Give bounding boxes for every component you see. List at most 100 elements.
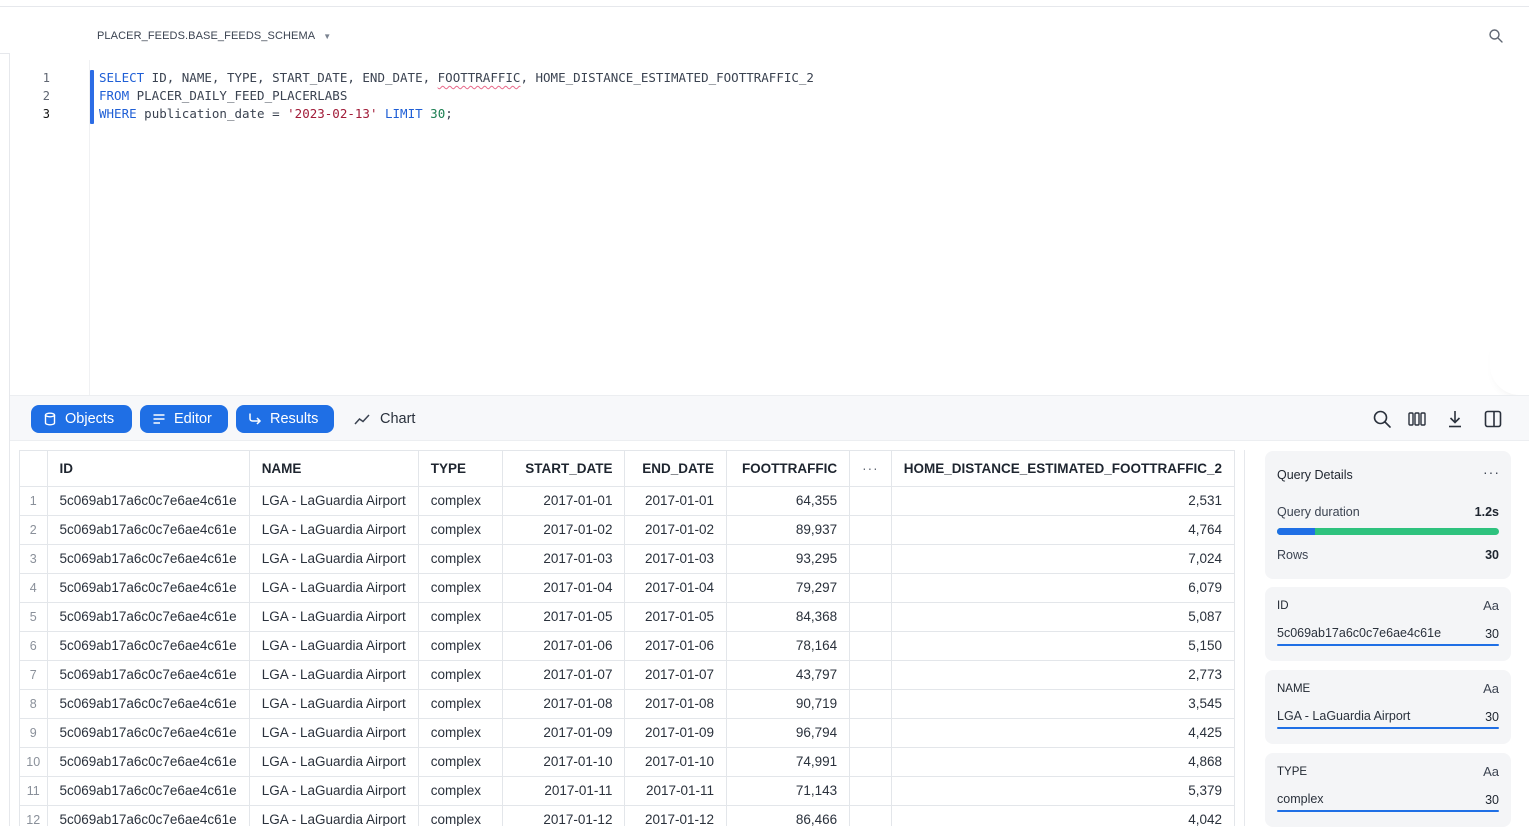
- table-cell[interactable]: LGA - LaGuardia Airport: [249, 747, 419, 777]
- table-cell[interactable]: LGA - LaGuardia Airport: [249, 631, 419, 661]
- more-options-icon[interactable]: ···: [1483, 464, 1500, 480]
- table-cell[interactable]: 2,531: [891, 486, 1235, 516]
- table-cell[interactable]: 5c069ab17a6c0c7e6ae4c61e: [47, 747, 250, 777]
- table-row[interactable]: 1 5c069ab17a6c0c7e6ae4c61e LGA - LaGuardia…: [20, 486, 1235, 516]
- table-row[interactable]: 11 5c069ab17a6c0c7e6ae4c61e LGA - LaGuardi…: [20, 776, 1235, 806]
- table-cell[interactable]: 2017-01-10: [624, 747, 728, 777]
- table-cell[interactable]: complex: [418, 747, 503, 777]
- code-line[interactable]: WHERE publication_date = '2023-02-13' LI…: [99, 105, 453, 123]
- table-row[interactable]: 12 5c069ab17a6c0c7e6ae4c61e LGA - LaGuardi…: [20, 805, 1235, 826]
- table-cell[interactable]: LGA - LaGuardia Airport: [249, 544, 419, 574]
- results-table[interactable]: ID NAME TYPE START_DATE END_DATE FOOTTRA…: [19, 450, 1235, 826]
- table-cell[interactable]: LGA - LaGuardia Airport: [249, 486, 419, 516]
- table-cell[interactable]: 2017-01-09: [624, 718, 728, 748]
- table-row[interactable]: 2 5c069ab17a6c0c7e6ae4c61e LGA - LaGuardia…: [20, 515, 1235, 545]
- columns-icon[interactable]: [1407, 409, 1427, 429]
- table-cell[interactable]: complex: [418, 660, 503, 690]
- table-cell[interactable]: 2017-01-12: [624, 805, 728, 826]
- table-cell[interactable]: 93,295: [726, 544, 851, 574]
- table-cell[interactable]: 5,379: [891, 776, 1235, 806]
- table-cell[interactable]: 5c069ab17a6c0c7e6ae4c61e: [47, 544, 250, 574]
- table-cell[interactable]: 2017-01-08: [624, 689, 728, 719]
- table-cell[interactable]: 5c069ab17a6c0c7e6ae4c61e: [47, 573, 250, 603]
- table-cell[interactable]: LGA - LaGuardia Airport: [249, 573, 419, 603]
- table-row[interactable]: 8 5c069ab17a6c0c7e6ae4c61e LGA - LaGuardia…: [20, 689, 1235, 719]
- table-cell[interactable]: 5c069ab17a6c0c7e6ae4c61e: [47, 660, 250, 690]
- table-cell[interactable]: 90,719: [726, 689, 851, 719]
- table-cell[interactable]: complex: [418, 718, 503, 748]
- table-cell[interactable]: complex: [418, 805, 503, 826]
- table-cell[interactable]: 2017-01-11: [624, 776, 728, 806]
- table-cell[interactable]: LGA - LaGuardia Airport: [249, 718, 419, 748]
- table-cell[interactable]: LGA - LaGuardia Airport: [249, 805, 419, 826]
- sql-editor[interactable]: 1 SELECT ID, NAME, TYPE, START_DATE, END_…: [10, 60, 1529, 395]
- table-cell[interactable]: complex: [418, 631, 503, 661]
- table-cell[interactable]: 2017-01-05: [502, 602, 626, 632]
- table-cell[interactable]: 5c069ab17a6c0c7e6ae4c61e: [47, 515, 250, 545]
- column-header[interactable]: TYPE: [418, 451, 503, 487]
- table-cell[interactable]: 4,868: [891, 747, 1235, 777]
- table-cell[interactable]: 4,764: [891, 515, 1235, 545]
- table-cell[interactable]: 2017-01-05: [624, 602, 728, 632]
- table-cell[interactable]: 43,797: [726, 660, 851, 690]
- table-cell[interactable]: 2017-01-07: [624, 660, 728, 690]
- table-row[interactable]: 3 5c069ab17a6c0c7e6ae4c61e LGA - LaGuardia…: [20, 544, 1235, 574]
- table-cell[interactable]: 2017-01-10: [502, 747, 626, 777]
- table-cell[interactable]: 2017-01-08: [502, 689, 626, 719]
- table-cell[interactable]: LGA - LaGuardia Airport: [249, 515, 419, 545]
- table-cell[interactable]: 2017-01-02: [624, 515, 728, 545]
- table-cell[interactable]: 74,991: [726, 747, 851, 777]
- column-overflow-menu[interactable]: ···: [849, 451, 892, 487]
- table-row[interactable]: 10 5c069ab17a6c0c7e6ae4c61e LGA - LaGuardi…: [20, 747, 1235, 777]
- column-card-type[interactable]: TYPE Aa complex 30: [1265, 753, 1511, 827]
- table-cell[interactable]: 5c069ab17a6c0c7e6ae4c61e: [47, 689, 250, 719]
- table-cell[interactable]: 84,368: [726, 602, 851, 632]
- schema-selector[interactable]: PLACER_FEEDS.BASE_FEEDS_SCHEMA ▼: [97, 30, 331, 42]
- table-cell[interactable]: 6,079: [891, 573, 1235, 603]
- column-header[interactable]: FOOTTRAFFIC: [726, 451, 851, 487]
- table-cell[interactable]: 4,425: [891, 718, 1235, 748]
- table-cell[interactable]: 3,545: [891, 689, 1235, 719]
- table-cell[interactable]: 5c069ab17a6c0c7e6ae4c61e: [47, 486, 250, 516]
- table-cell[interactable]: complex: [418, 515, 503, 545]
- column-card-name-col[interactable]: NAME Aa LGA - LaGuardia Airport 30: [1265, 670, 1511, 744]
- column-header[interactable]: NAME: [249, 451, 419, 487]
- download-icon[interactable]: [1445, 409, 1465, 429]
- column-header[interactable]: ID: [47, 451, 250, 487]
- table-cell[interactable]: complex: [418, 573, 503, 603]
- table-row[interactable]: 5 5c069ab17a6c0c7e6ae4c61e LGA - LaGuardia…: [20, 602, 1235, 632]
- table-cell[interactable]: 2017-01-01: [502, 486, 626, 516]
- search-icon[interactable]: [1488, 28, 1504, 44]
- column-header[interactable]: HOME_DISTANCE_ESTIMATED_FOOTTRAFFIC_2: [891, 451, 1235, 487]
- table-cell[interactable]: 86,466: [726, 805, 851, 826]
- code-line[interactable]: SELECT ID, NAME, TYPE, START_DATE, END_D…: [99, 69, 814, 87]
- table-cell[interactable]: 2017-01-06: [624, 631, 728, 661]
- table-cell[interactable]: 2017-01-01: [624, 486, 728, 516]
- table-cell[interactable]: 5c069ab17a6c0c7e6ae4c61e: [47, 776, 250, 806]
- column-header[interactable]: END_DATE: [624, 451, 728, 487]
- table-cell[interactable]: 96,794: [726, 718, 851, 748]
- table-cell[interactable]: complex: [418, 602, 503, 632]
- table-cell[interactable]: 5,150: [891, 631, 1235, 661]
- split-panel-icon[interactable]: [1483, 409, 1503, 429]
- table-cell[interactable]: complex: [418, 486, 503, 516]
- table-cell[interactable]: 71,143: [726, 776, 851, 806]
- column-header[interactable]: START_DATE: [502, 451, 626, 487]
- results-button[interactable]: Results: [236, 405, 334, 433]
- table-cell[interactable]: 7,024: [891, 544, 1235, 574]
- table-cell[interactable]: 2017-01-11: [502, 776, 626, 806]
- table-cell[interactable]: 2017-01-02: [502, 515, 626, 545]
- editor-button[interactable]: Editor: [140, 405, 228, 433]
- code-line[interactable]: FROM PLACER_DAILY_FEED_PLACERLABS: [99, 87, 347, 105]
- table-cell[interactable]: 64,355: [726, 486, 851, 516]
- table-cell[interactable]: 4,042: [891, 805, 1235, 826]
- table-cell[interactable]: 89,937: [726, 515, 851, 545]
- table-cell[interactable]: complex: [418, 544, 503, 574]
- table-cell[interactable]: LGA - LaGuardia Airport: [249, 689, 419, 719]
- table-cell[interactable]: 78,164: [726, 631, 851, 661]
- table-cell[interactable]: 5c069ab17a6c0c7e6ae4c61e: [47, 718, 250, 748]
- table-cell[interactable]: 2017-01-04: [502, 573, 626, 603]
- table-cell[interactable]: 2017-01-06: [502, 631, 626, 661]
- table-cell[interactable]: LGA - LaGuardia Airport: [249, 602, 419, 632]
- table-row[interactable]: 6 5c069ab17a6c0c7e6ae4c61e LGA - LaGuardia…: [20, 631, 1235, 661]
